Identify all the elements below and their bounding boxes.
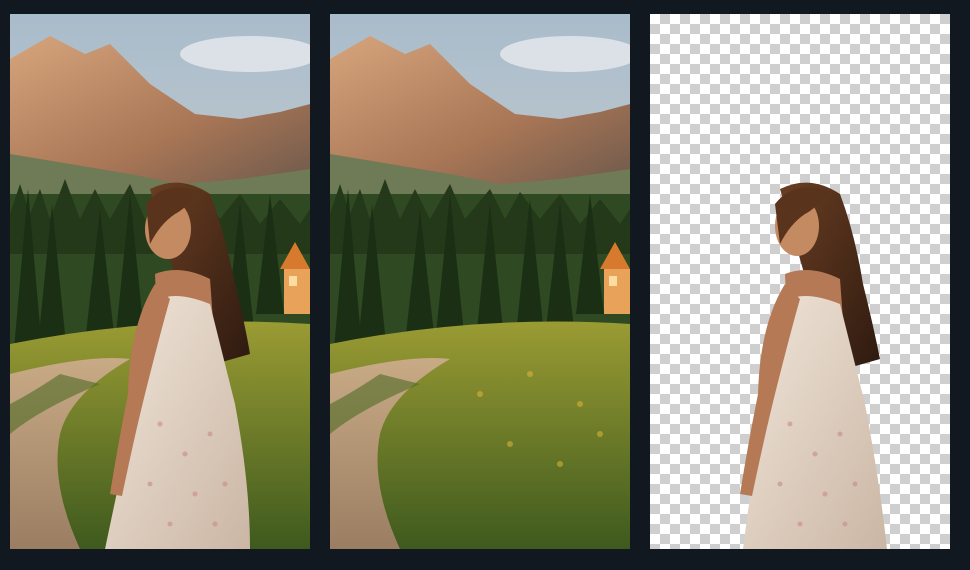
original-photo	[10, 14, 310, 549]
background-only-panel	[330, 14, 630, 549]
woman-figure	[740, 182, 887, 549]
cutout-panel	[650, 14, 950, 549]
landscape-scene	[330, 14, 630, 549]
cutout-woman	[740, 182, 887, 549]
background-photo	[330, 14, 630, 549]
original-photo-panel	[10, 14, 310, 549]
